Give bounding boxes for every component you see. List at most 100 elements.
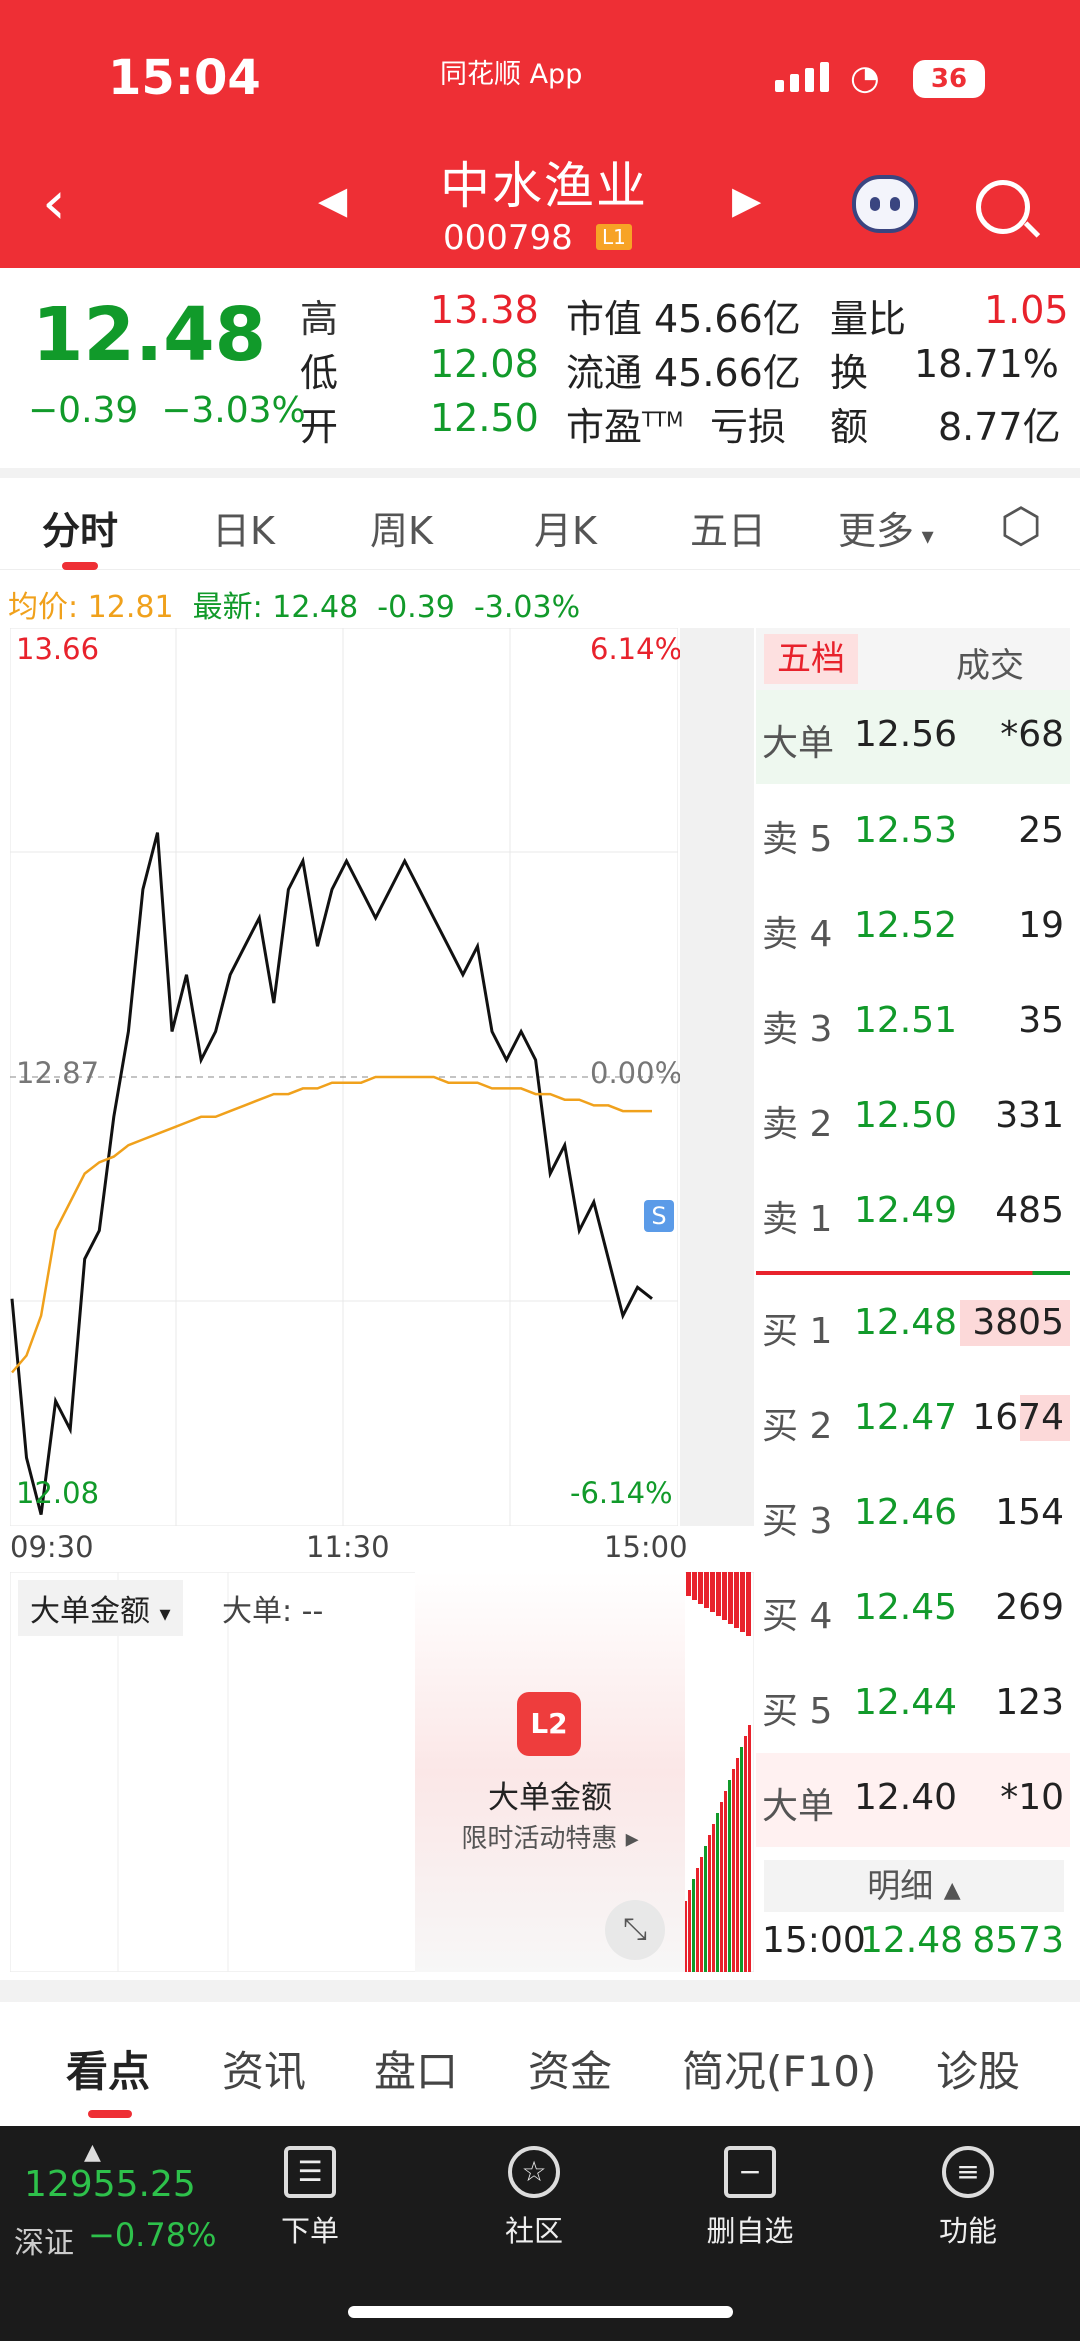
sell-signal-marker[interactable]: S bbox=[644, 1200, 674, 1232]
tab-news[interactable]: 资讯 bbox=[222, 2038, 306, 2099]
next-stock-icon[interactable]: ▶ bbox=[732, 178, 761, 222]
back-icon[interactable]: ‹ bbox=[42, 168, 66, 238]
tab-week-k[interactable]: 周K bbox=[370, 500, 433, 555]
pe-label: 市盈TTM bbox=[566, 405, 684, 449]
bottom-dock: ▲ 12955.25 深证 −0.78% ☰ 下单 ☆ 社区 − 删自选 ≡ 功能 bbox=[0, 2126, 1080, 2341]
big-order-bar bbox=[720, 1802, 723, 1972]
settings-hex-icon[interactable]: ⬡ bbox=[1000, 498, 1042, 554]
open-value: 12.50 bbox=[430, 396, 539, 440]
order-book: 五档 成交 大单 12.56 *68 卖 5 12.53 25 卖 4 12.52 19 卖… bbox=[756, 628, 1070, 1973]
bid-row[interactable]: 买 4 12.45 269 bbox=[756, 1563, 1070, 1657]
low-value: 12.08 bbox=[430, 342, 539, 386]
tab-intraday[interactable]: 分时 bbox=[42, 500, 118, 555]
last-price: 12.48 bbox=[32, 292, 267, 378]
index-market: 深证 bbox=[14, 2226, 74, 2261]
chart-max-pct: 6.14% bbox=[590, 632, 683, 666]
ask-row[interactable]: 卖 5 12.53 25 bbox=[756, 786, 1070, 880]
detail-header[interactable]: 明细 ▲ bbox=[764, 1860, 1064, 1912]
big-order-bar bbox=[744, 1736, 747, 1972]
search-icon[interactable] bbox=[976, 180, 1030, 234]
l2-logo-icon: L2 bbox=[517, 1692, 581, 1756]
tab-capital[interactable]: 资金 bbox=[528, 2038, 612, 2099]
chart-future-area bbox=[680, 628, 754, 1526]
quote-panel: 12.48 −0.39 −3.03% 高 13.38 低 12.08 开 12.… bbox=[0, 268, 1080, 468]
float-label: 流通 bbox=[566, 351, 643, 395]
price-change: −0.39 −3.03% bbox=[28, 390, 306, 431]
turnover-value: 18.71% bbox=[914, 342, 1059, 386]
big-order-bar bbox=[686, 1572, 691, 1596]
intraday-chart[interactable] bbox=[10, 628, 678, 1526]
tab-month-k[interactable]: 月K bbox=[534, 500, 597, 555]
menu-button[interactable]: ≡ 功能 bbox=[898, 2146, 1038, 2250]
big-order-bar bbox=[728, 1780, 731, 1972]
prev-stock-icon[interactable]: ◀ bbox=[318, 178, 347, 222]
float-value: 45.66亿 bbox=[654, 351, 801, 395]
big-order-bar bbox=[716, 1813, 719, 1972]
big-order-bar bbox=[746, 1572, 751, 1636]
big-order-bar bbox=[700, 1857, 703, 1972]
big-buy-row: 大单 12.40 *10 bbox=[756, 1753, 1070, 1847]
ask-row[interactable]: 卖 1 12.49 485 bbox=[756, 1166, 1070, 1260]
big-order-bar bbox=[712, 1824, 715, 1972]
big-order-bar bbox=[696, 1868, 699, 1972]
top-bar: 15:04 同花顺 App ◔ 36 ‹ ◀ 中水渔业 000798 L1 ▶ bbox=[0, 0, 1080, 268]
ask-row[interactable]: 卖 3 12.51 35 bbox=[756, 976, 1070, 1070]
amount-value: 8.77亿 bbox=[938, 405, 1061, 449]
expand-icon[interactable]: ⤡ bbox=[605, 1900, 665, 1960]
chart-min-pct: -6.14% bbox=[570, 1476, 673, 1510]
chart-ref-price: 12.87 bbox=[16, 1056, 100, 1090]
time-tick: 11:30 bbox=[306, 1530, 390, 1564]
tab-day-k[interactable]: 日K bbox=[212, 500, 275, 555]
amount-label: 额 bbox=[830, 405, 869, 449]
book-tabs: 五档 成交 bbox=[756, 628, 1070, 690]
big-order-bar bbox=[688, 1890, 691, 1972]
tab-trades[interactable]: 成交 bbox=[956, 638, 1024, 687]
bid-row[interactable]: 买 1 12.48 3805 bbox=[756, 1278, 1070, 1372]
l2-promo[interactable]: L2 大单金额 限时活动特惠 ▸ ⤡ bbox=[415, 1572, 685, 1972]
tab-diagnosis[interactable]: 诊股 bbox=[936, 2038, 1020, 2099]
big-order-bar bbox=[748, 1725, 751, 1972]
remove-watchlist-button[interactable]: − 删自选 bbox=[680, 2146, 820, 2250]
period-tabs: 分时 日K 周K 月K 五日 更多 ▾ ⬡ bbox=[0, 478, 1080, 570]
signal-icon bbox=[775, 62, 829, 92]
high-value: 13.38 bbox=[430, 288, 539, 332]
tab-five-levels[interactable]: 五档 bbox=[764, 634, 858, 684]
ask-row[interactable]: 卖 4 12.52 19 bbox=[756, 881, 1070, 975]
mcap-value: 45.66亿 bbox=[654, 297, 801, 341]
big-order-bar bbox=[722, 1572, 727, 1620]
index-value[interactable]: 12955.25 bbox=[24, 2164, 196, 2205]
big-order-bar bbox=[732, 1769, 735, 1972]
order-button[interactable]: ☰ 下单 bbox=[240, 2146, 380, 2250]
big-order-bar bbox=[740, 1572, 745, 1632]
tab-orderbook[interactable]: 盘口 bbox=[374, 2038, 458, 2099]
order-icon: ☰ bbox=[284, 2146, 336, 2198]
tab-five-day[interactable]: 五日 bbox=[690, 500, 766, 555]
big-order-bar bbox=[736, 1758, 739, 1972]
mcap-label: 市值 bbox=[566, 297, 643, 341]
indicator-select[interactable]: 大单金额 ▾ bbox=[18, 1580, 183, 1636]
tab-more[interactable]: 更多 ▾ bbox=[838, 500, 934, 555]
big-order-bar bbox=[734, 1572, 739, 1628]
big-order-bar bbox=[728, 1572, 733, 1624]
volume-ratio-label: 量比 bbox=[830, 297, 907, 341]
tab-profile-f10[interactable]: 简况(F10) bbox=[682, 2038, 876, 2099]
big-order-bar bbox=[724, 1791, 727, 1972]
level-badge: L1 bbox=[596, 224, 632, 250]
assistant-robot-icon[interactable] bbox=[852, 175, 918, 233]
bid-row[interactable]: 买 5 12.44 123 bbox=[756, 1658, 1070, 1752]
community-button[interactable]: ☆ 社区 bbox=[464, 2146, 604, 2250]
expand-up-icon[interactable]: ▲ bbox=[84, 2140, 101, 2165]
trade-row: 15:00 12.48 8573 bbox=[762, 1920, 1064, 1961]
volume-ratio-value: 1.05 bbox=[984, 288, 1069, 332]
big-order-bar bbox=[710, 1572, 715, 1612]
low-label: 低 bbox=[300, 351, 339, 395]
tab-highlights[interactable]: 看点 bbox=[66, 2038, 150, 2099]
big-order-value: 大单: -- bbox=[222, 1594, 324, 1629]
chart-max-price: 13.66 bbox=[16, 632, 100, 666]
community-icon: ☆ bbox=[508, 2146, 560, 2198]
bid-row[interactable]: 买 3 12.46 154 bbox=[756, 1468, 1070, 1562]
ask-row[interactable]: 卖 2 12.50 331 bbox=[756, 1071, 1070, 1165]
stock-code: 000798 bbox=[443, 218, 573, 258]
open-label: 开 bbox=[300, 405, 339, 449]
bid-row[interactable]: 买 2 12.47 1674 bbox=[756, 1373, 1070, 1467]
